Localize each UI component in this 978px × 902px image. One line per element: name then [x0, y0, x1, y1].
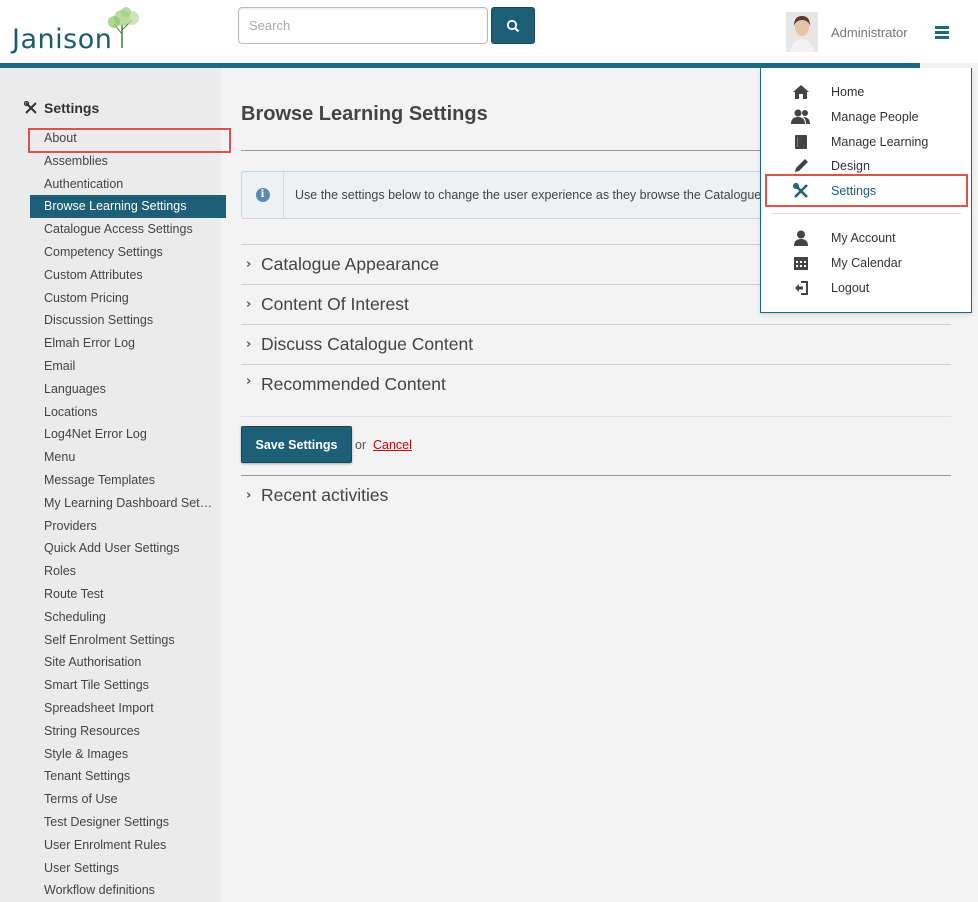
- chevron-right-icon: ›: [246, 297, 252, 312]
- chevron-right-icon: ›: [246, 257, 252, 272]
- menu-item-my-account[interactable]: My Account: [761, 226, 971, 250]
- janison-logo[interactable]: Janison: [10, 6, 145, 58]
- home-icon: [791, 82, 811, 102]
- section-label: Recommended Content: [261, 374, 446, 394]
- sidebar-item-style-images[interactable]: Style & Images: [0, 743, 221, 766]
- sidebar-item-quick-add-user-settings[interactable]: Quick Add User Settings: [0, 537, 221, 560]
- sidebar-item-string-resources[interactable]: String Resources: [0, 720, 221, 743]
- sidebar-item-spreadsheet-import[interactable]: Spreadsheet Import: [0, 697, 221, 720]
- search-button[interactable]: [491, 7, 535, 44]
- sidebar-title: Settings: [24, 100, 99, 116]
- sidebar-item-my-learning-dashboard-settings[interactable]: My Learning Dashboard Settings: [0, 492, 221, 515]
- logo-text: Janison: [12, 24, 113, 55]
- sidebar-item-terms-of-use[interactable]: Terms of Use: [0, 788, 221, 811]
- user-icon: [791, 228, 811, 248]
- sidebar-item-user-settings[interactable]: User Settings: [0, 857, 221, 880]
- hamburger-menu-icon[interactable]: [935, 26, 949, 40]
- section-label: Content Of Interest: [261, 294, 409, 314]
- sidebar-item-route-test[interactable]: Route Test: [0, 583, 221, 606]
- sidebar-item-authentication[interactable]: Authentication: [0, 173, 221, 196]
- info-icon: i: [255, 188, 270, 202]
- section-recommended-content[interactable]: › Recommended Content: [241, 364, 951, 417]
- sidebar-title-text: Settings: [44, 100, 100, 116]
- menu-item-my-calendar[interactable]: My Calendar: [761, 251, 971, 275]
- menu-item-design[interactable]: Design: [761, 154, 971, 178]
- settings-sidebar: Settings About Assemblies Authentication Br…: [0, 68, 226, 902]
- sidebar-item-log4net-error-log[interactable]: Log4Net Error Log: [0, 423, 221, 446]
- calendar-icon: [791, 253, 811, 273]
- sidebar-item-about[interactable]: About: [0, 127, 221, 150]
- section-label: Recent activities: [261, 485, 389, 505]
- user-name[interactable]: Administrator: [831, 25, 908, 40]
- user-dropdown-menu: Home Manage People Manage Learning Desig…: [760, 68, 972, 313]
- sidebar-item-self-enrolment-settings[interactable]: Self Enrolment Settings: [0, 629, 221, 652]
- page-title: Browse Learning Settings: [241, 103, 488, 125]
- search-icon: [506, 19, 520, 32]
- sidebar-item-user-enrolment-rules[interactable]: User Enrolment Rules: [0, 834, 221, 857]
- cancel-link[interactable]: Cancel: [373, 438, 412, 452]
- sidebar-item-smart-tile-settings[interactable]: Smart Tile Settings: [0, 674, 221, 697]
- tree-icon: [108, 7, 139, 48]
- menu-item-settings[interactable]: Settings: [761, 179, 971, 203]
- logout-icon: [791, 278, 811, 298]
- sidebar-item-catalogue-access-settings[interactable]: Catalogue Access Settings: [0, 218, 221, 241]
- sidebar-item-assemblies[interactable]: Assemblies: [0, 150, 221, 173]
- sidebar-item-discussion-settings[interactable]: Discussion Settings: [0, 309, 221, 332]
- section-discuss-catalogue-content[interactable]: › Discuss Catalogue Content: [241, 324, 951, 364]
- top-header: Janison Administrator: [0, 0, 978, 63]
- chevron-right-icon: ›: [246, 337, 252, 352]
- wrench-icon: [791, 181, 811, 201]
- sidebar-item-roles[interactable]: Roles: [0, 560, 221, 583]
- menu-divider: [771, 213, 961, 214]
- people-icon: [791, 107, 811, 127]
- menu-item-logout[interactable]: Logout: [761, 276, 971, 300]
- save-settings-button[interactable]: Save Settings: [241, 426, 352, 463]
- sidebar-item-languages[interactable]: Languages: [0, 378, 221, 401]
- sidebar-item-custom-attributes[interactable]: Custom Attributes: [0, 264, 221, 287]
- sidebar-item-locations[interactable]: Locations: [0, 401, 221, 424]
- section-recent-activities[interactable]: › Recent activities: [241, 475, 951, 515]
- sidebar-item-email[interactable]: Email: [0, 355, 221, 378]
- menu-item-manage-learning[interactable]: Manage Learning: [761, 130, 971, 154]
- sidebar-item-scheduling[interactable]: Scheduling: [0, 606, 221, 629]
- menu-item-manage-people[interactable]: Manage People: [761, 105, 971, 129]
- chevron-right-icon: ›: [246, 488, 252, 503]
- chevron-right-icon: ›: [246, 374, 252, 389]
- sidebar-item-browse-learning-settings[interactable]: Browse Learning Settings: [30, 195, 226, 219]
- sidebar-item-providers[interactable]: Providers: [0, 515, 221, 538]
- menu-item-home[interactable]: Home: [761, 80, 971, 104]
- info-text: Use the settings below to change the use…: [295, 188, 762, 202]
- pencil-icon: [791, 156, 811, 176]
- or-text: or: [355, 438, 367, 452]
- book-icon: [791, 132, 811, 152]
- sidebar-item-competency-settings[interactable]: Competency Settings: [0, 241, 221, 264]
- sidebar-nav-list: About Assemblies Authentication Browse Lear…: [0, 127, 226, 902]
- avatar[interactable]: [786, 12, 818, 52]
- sidebar-item-message-templates[interactable]: Message Templates: [0, 469, 221, 492]
- section-label: Catalogue Appearance: [261, 254, 440, 274]
- sidebar-item-tenant-settings[interactable]: Tenant Settings: [0, 765, 221, 788]
- wrench-icon: [24, 101, 37, 114]
- sidebar-item-custom-pricing[interactable]: Custom Pricing: [0, 287, 221, 310]
- sidebar-item-elmah-error-log[interactable]: Elmah Error Log: [0, 332, 221, 355]
- sidebar-item-workflow-definitions[interactable]: Workflow definitions: [0, 879, 221, 902]
- sidebar-item-test-designer-settings[interactable]: Test Designer Settings: [0, 811, 221, 834]
- section-label: Discuss Catalogue Content: [261, 334, 474, 354]
- sidebar-item-menu[interactable]: Menu: [0, 446, 221, 469]
- sidebar-item-site-authorisation[interactable]: Site Authorisation: [0, 651, 221, 674]
- search-input[interactable]: [238, 7, 488, 44]
